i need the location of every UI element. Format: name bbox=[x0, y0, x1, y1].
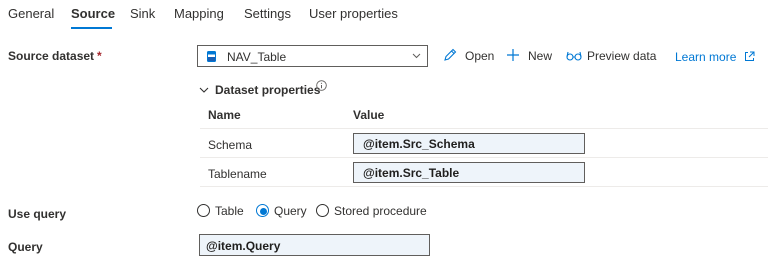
radio-circle bbox=[316, 204, 329, 217]
tab-bar: General Source Sink Mapping Settings Use… bbox=[0, 0, 768, 30]
plus-icon bbox=[507, 49, 519, 61]
info-icon bbox=[316, 80, 327, 91]
dataset-properties-title: Dataset properties bbox=[215, 83, 321, 97]
chevron-down-icon bbox=[412, 53, 421, 59]
column-header-value: Value bbox=[353, 108, 385, 122]
schema-value-input[interactable]: @item.Src_Schema bbox=[353, 133, 585, 154]
source-dataset-label: Source dataset * bbox=[8, 49, 102, 63]
row-divider bbox=[200, 186, 768, 187]
pencil-icon bbox=[444, 48, 457, 61]
learn-more-link[interactable]: Learn more bbox=[675, 50, 755, 64]
query-input[interactable]: @item.Query bbox=[199, 234, 430, 256]
row-divider bbox=[200, 157, 768, 158]
query-label: Query bbox=[8, 240, 43, 254]
source-dataset-value: NAV_Table bbox=[227, 50, 287, 64]
property-name-tablename: Tablename bbox=[208, 167, 267, 181]
tab-user-properties[interactable]: User properties bbox=[309, 6, 398, 21]
source-dataset-select[interactable]: NAV_Table bbox=[197, 45, 428, 67]
tab-mapping[interactable]: Mapping bbox=[174, 6, 224, 21]
property-name-schema: Schema bbox=[208, 138, 253, 152]
dataset-table-icon bbox=[207, 51, 216, 62]
tablename-value-input[interactable]: @item.Src_Table bbox=[353, 162, 585, 183]
active-tab-indicator bbox=[71, 27, 112, 29]
column-header-name: Name bbox=[208, 108, 241, 122]
radio-circle bbox=[256, 204, 269, 217]
tab-source[interactable]: Source bbox=[71, 6, 115, 21]
required-mark: * bbox=[97, 49, 102, 63]
tab-sink[interactable]: Sink bbox=[130, 6, 155, 21]
collapse-chevron-icon[interactable] bbox=[199, 86, 209, 94]
external-link-icon bbox=[744, 51, 755, 61]
tab-settings[interactable]: Settings bbox=[244, 6, 291, 21]
glasses-icon bbox=[566, 51, 582, 61]
row-divider bbox=[200, 128, 768, 129]
use-query-label: Use query bbox=[8, 207, 67, 221]
radio-selected-dot bbox=[260, 208, 267, 215]
tab-general[interactable]: General bbox=[8, 6, 54, 21]
radio-circle bbox=[197, 204, 210, 217]
